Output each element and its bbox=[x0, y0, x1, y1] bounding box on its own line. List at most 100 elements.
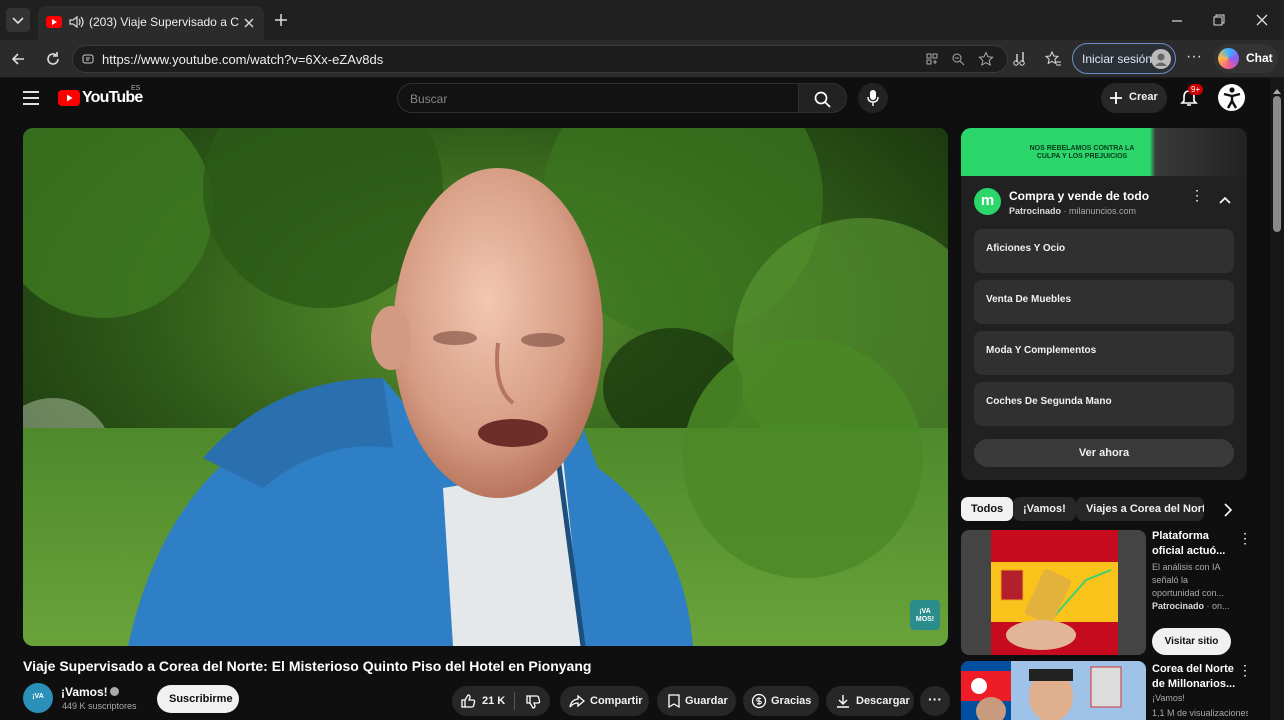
dollar-heart-icon bbox=[751, 693, 767, 709]
save-button[interactable]: Guardar bbox=[657, 686, 736, 716]
signin-label: Iniciar sesión bbox=[1082, 52, 1153, 66]
page-scrollbar[interactable] bbox=[1270, 78, 1284, 720]
search-icon bbox=[814, 91, 831, 108]
thanks-button[interactable]: Gracias bbox=[743, 686, 819, 716]
signin-button[interactable]: Iniciar sesión bbox=[1072, 43, 1176, 74]
chevron-right-icon[interactable] bbox=[1223, 503, 1233, 517]
rec-title-line: Corea del Norte bbox=[1152, 663, 1234, 675]
search-input[interactable]: Buscar bbox=[397, 83, 799, 113]
create-button[interactable]: Crear bbox=[1101, 83, 1167, 113]
rec-desc-line: señaló la bbox=[1152, 575, 1189, 585]
app-available-icon[interactable] bbox=[925, 52, 939, 66]
reload-icon[interactable] bbox=[44, 50, 62, 68]
chip-vamos[interactable]: ¡Vamos! bbox=[1013, 497, 1076, 521]
chip-todos[interactable]: Todos bbox=[961, 497, 1014, 521]
rec-channel: ¡Vamos! bbox=[1152, 693, 1185, 703]
video-title: Viaje Supervisado a Corea del Norte: El … bbox=[23, 658, 592, 674]
rec-title[interactable]: Corea del Norte de Millonarios... bbox=[1152, 662, 1235, 692]
like-dislike-group: 21 K bbox=[452, 686, 550, 716]
ad-domain: milanuncios.com bbox=[1069, 206, 1137, 216]
youtube-page: YouTube ES Buscar Crear 9+ ¡VA MOS! Viaj… bbox=[0, 78, 1270, 720]
recommendation-thumbnail[interactable] bbox=[961, 530, 1146, 655]
thanks-label: Gracias bbox=[771, 695, 812, 707]
notifications-button[interactable]: 9+ bbox=[1176, 84, 1204, 112]
more-actions-button[interactable]: ··· bbox=[920, 686, 950, 716]
url-bar[interactable]: https://www.youtube.com/watch?v=6Xx-eZAv… bbox=[72, 45, 1008, 73]
restore-icon[interactable] bbox=[1212, 13, 1226, 27]
like-button[interactable]: 21 K bbox=[452, 686, 514, 716]
scroll-up-arrow-icon[interactable] bbox=[1273, 88, 1281, 94]
video-player[interactable]: ¡VA MOS! bbox=[23, 128, 948, 646]
subscribe-button[interactable]: Suscribirme bbox=[157, 685, 239, 713]
speaker-icon[interactable] bbox=[68, 14, 84, 30]
scrollbar-thumb[interactable] bbox=[1273, 96, 1281, 232]
rec-sponsored: Patrocinado · on... bbox=[1152, 601, 1230, 611]
browser-tab-bar: (203) Viaje Supervisado a Corea bbox=[0, 0, 1284, 40]
verified-icon bbox=[110, 687, 119, 696]
new-tab-icon[interactable] bbox=[273, 12, 289, 28]
more-options-icon[interactable]: ··· bbox=[1186, 48, 1202, 66]
search-button[interactable] bbox=[799, 83, 847, 113]
subscriber-count: 449 K suscriptores bbox=[62, 701, 137, 711]
channel-watermark[interactable]: ¡VA MOS! bbox=[910, 600, 940, 630]
download-label: Descargar bbox=[856, 695, 910, 707]
menu-icon[interactable] bbox=[22, 90, 40, 106]
back-icon[interactable] bbox=[9, 50, 27, 68]
copilot-chat-button[interactable]: Chat bbox=[1214, 44, 1278, 73]
channel-name[interactable]: ¡Vamos! bbox=[61, 685, 108, 699]
rec-desc-line: oportunidad con... bbox=[1152, 588, 1225, 598]
url-text: https://www.youtube.com/watch?v=6Xx-eZAv… bbox=[102, 52, 384, 67]
close-tab-icon[interactable] bbox=[242, 16, 256, 30]
microphone-icon bbox=[867, 90, 879, 106]
chevron-down-icon bbox=[12, 17, 24, 25]
youtube-favicon-icon bbox=[46, 16, 62, 28]
accessibility-avatar-icon bbox=[1223, 87, 1241, 109]
ad-item[interactable]: Venta De Muebles bbox=[974, 280, 1234, 324]
divider bbox=[514, 692, 515, 710]
share-button[interactable]: Compartir bbox=[560, 686, 649, 716]
create-label: Crear bbox=[1129, 91, 1158, 103]
ad-title[interactable]: Compra y vende de todo bbox=[1009, 189, 1149, 203]
ad-meta: Patrocinado · milanuncios.com bbox=[1009, 206, 1137, 216]
read-aloud-icon[interactable] bbox=[1011, 50, 1029, 68]
ad-banner[interactable]: NOS REBELAMOS CONTRA LA CULPA Y LOS PREJ… bbox=[961, 128, 1247, 176]
site-info-icon[interactable] bbox=[81, 52, 95, 66]
copilot-icon bbox=[1218, 48, 1239, 69]
ad-item[interactable]: Aficiones Y Ocio bbox=[974, 229, 1234, 273]
tab-list-button[interactable] bbox=[6, 8, 30, 32]
active-tab[interactable]: (203) Viaje Supervisado a Corea bbox=[38, 6, 264, 40]
channel-avatar[interactable]: ¡VA bbox=[23, 683, 53, 713]
account-avatar[interactable] bbox=[1218, 84, 1245, 111]
favorite-star-icon[interactable] bbox=[978, 51, 994, 67]
favorites-icon[interactable] bbox=[1044, 50, 1062, 68]
plus-icon bbox=[1110, 92, 1122, 104]
bookmark-icon bbox=[668, 694, 680, 709]
ad-item[interactable]: Moda Y Complementos bbox=[974, 331, 1234, 375]
ad-sponsored-label: Patrocinado bbox=[1009, 206, 1062, 216]
chip-corea[interactable]: Viajes a Corea del Norte bbox=[1076, 497, 1204, 521]
save-label: Guardar bbox=[685, 695, 728, 707]
youtube-logo[interactable]: YouTube ES bbox=[58, 85, 148, 110]
ad-item[interactable]: Coches De Segunda Mano bbox=[974, 382, 1234, 426]
zoom-icon[interactable] bbox=[951, 52, 965, 66]
thumbnail-image bbox=[991, 530, 1118, 655]
chat-label: Chat bbox=[1246, 51, 1273, 65]
ad-logo[interactable]: m bbox=[974, 188, 1001, 215]
ad-cta-button[interactable]: Ver ahora bbox=[974, 439, 1234, 467]
thumbs-down-icon[interactable] bbox=[525, 694, 541, 710]
rec-more-icon[interactable]: ⋮ bbox=[1238, 662, 1252, 679]
rec-title[interactable]: Plataforma oficial actuó... bbox=[1152, 529, 1225, 559]
ad-banner-text: NOS REBELAMOS CONTRA LA CULPA Y LOS PREJ… bbox=[1029, 145, 1135, 160]
youtube-logo-icon bbox=[58, 90, 80, 106]
download-button[interactable]: Descargar bbox=[826, 686, 914, 716]
voice-search-button[interactable] bbox=[858, 83, 888, 113]
rec-more-icon[interactable]: ⋮ bbox=[1238, 530, 1252, 547]
video-frame bbox=[23, 128, 948, 646]
close-window-icon[interactable] bbox=[1255, 13, 1269, 27]
minimize-icon[interactable] bbox=[1170, 14, 1184, 28]
visit-site-button[interactable]: Visitar sitio bbox=[1152, 628, 1231, 655]
recommendation-thumbnail[interactable] bbox=[961, 661, 1146, 720]
rec-sponsored-label: Patrocinado bbox=[1152, 601, 1205, 611]
ad-more-icon[interactable]: ⋮ bbox=[1190, 188, 1204, 202]
chevron-up-icon[interactable] bbox=[1219, 196, 1231, 204]
